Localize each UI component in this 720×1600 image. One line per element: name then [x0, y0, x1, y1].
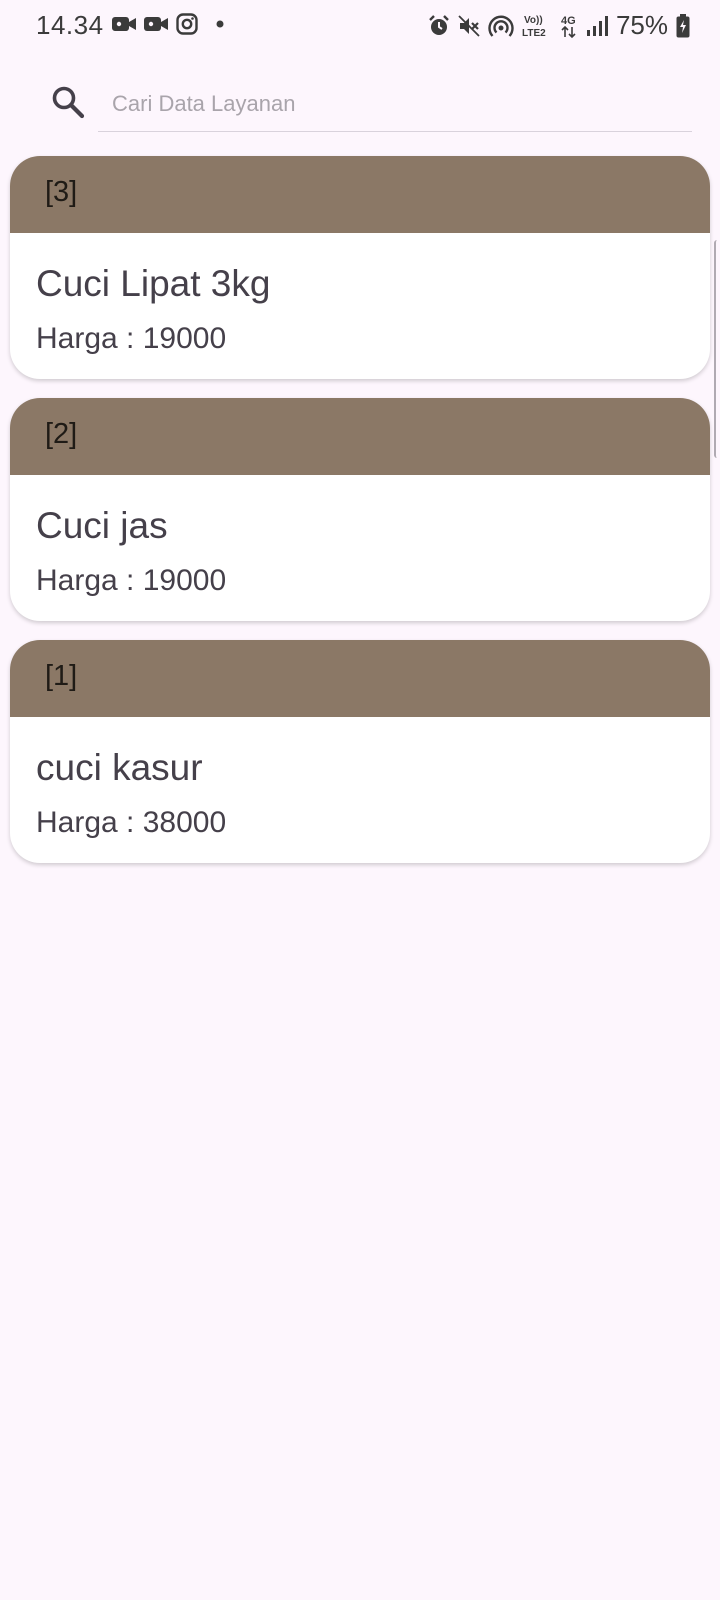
- instagram-icon: [176, 13, 198, 35]
- card-header: [3]: [10, 156, 710, 233]
- svg-text:LTE2: LTE2: [522, 28, 546, 39]
- service-price: Harga : 38000: [36, 806, 227, 839]
- service-name: cuci kasur: [36, 747, 203, 788]
- service-card[interactable]: [2] Cuci jas Harga : 19000: [10, 398, 710, 621]
- video-camera-icon: [112, 15, 136, 33]
- mute-icon: [458, 14, 480, 37]
- service-id: [2]: [45, 418, 78, 450]
- dot-icon: [216, 20, 224, 28]
- edge-panel-handle[interactable]: [714, 240, 720, 458]
- service-card[interactable]: [1] cuci kasur Harga : 38000: [10, 640, 710, 863]
- alarm-icon: [428, 14, 450, 37]
- hotspot-icon: [488, 15, 514, 37]
- card-body: cuci kasur Harga : 38000: [10, 717, 710, 863]
- status-bar: 14.34 Vo)) LTE2 4G 75%: [0, 0, 720, 52]
- card-header: [2]: [10, 398, 710, 475]
- search-bar: [0, 62, 720, 146]
- battery-percentage: 75%: [615, 10, 668, 40]
- battery-icon: [676, 13, 690, 38]
- service-name: Cuci jas: [36, 505, 168, 546]
- card-body: Cuci Lipat 3kg Harga : 19000: [10, 233, 710, 379]
- 4g-icon: 4G: [560, 13, 578, 39]
- service-id: [3]: [45, 176, 78, 208]
- svg-text:Vo)): Vo)): [524, 15, 543, 26]
- video-camera-icon: [144, 15, 168, 33]
- service-price: Harga : 19000: [36, 322, 227, 355]
- card-body: Cuci jas Harga : 19000: [10, 475, 710, 621]
- status-notification-icons: [112, 13, 224, 35]
- search-icon[interactable]: [50, 84, 90, 124]
- card-header: [1]: [10, 640, 710, 717]
- signal-icon: [586, 15, 608, 37]
- svg-text:4G: 4G: [561, 15, 576, 27]
- search-input[interactable]: [98, 76, 692, 132]
- volte-icon: Vo)) LTE2: [522, 13, 552, 39]
- service-list: [3] Cuci Lipat 3kg Harga : 19000 [2] Cuc…: [10, 156, 710, 882]
- status-time: 14.34: [36, 10, 104, 40]
- service-name: Cuci Lipat 3kg: [36, 263, 271, 304]
- service-card[interactable]: [3] Cuci Lipat 3kg Harga : 19000: [10, 156, 710, 379]
- service-id: [1]: [45, 660, 78, 692]
- status-system-icons: Vo)) LTE2 4G 75%: [428, 10, 690, 41]
- service-price: Harga : 19000: [36, 564, 227, 597]
